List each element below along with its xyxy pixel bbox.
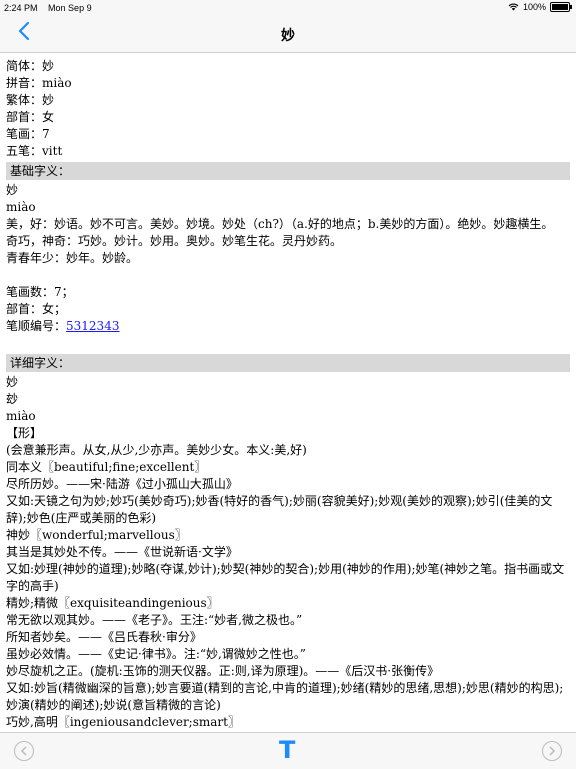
basic-row-wubi: 五笔：vitt xyxy=(6,143,570,160)
stroke-order-label: 笔顺编号： xyxy=(6,319,67,333)
detail-line: 妙尽旋机之正。(旋机:玉饰的测天仪器。正:则,译为原理)。——《后汉书·张衡传》 xyxy=(6,664,440,678)
value: 妙 xyxy=(42,59,55,73)
chevron-right-circle-icon xyxy=(549,746,556,756)
detail-line: 巧妙,高明〖ingeniousandclever;smart〗 xyxy=(6,715,240,729)
detailed-lines: 妙玅 miào 【形】 (会意兼形声。从女,从少,少亦声。美妙少女。本义:美,好) 同本… xyxy=(6,374,570,730)
value: vitt xyxy=(42,144,63,158)
section-header-detailed: 详细字义： xyxy=(6,354,570,372)
basic-row-simplified: 简体：妙 xyxy=(6,58,570,75)
previous-button[interactable] xyxy=(14,741,34,761)
detail-line: 尽所历妙。——宋·陆游《过小孤山大孤山》 xyxy=(6,477,238,491)
basic-row-strokes: 笔画：7 xyxy=(6,126,570,143)
basic-row-pinyin: 拼音：miào xyxy=(6,75,570,92)
wifi-icon xyxy=(508,3,519,11)
detail-line: 神妙〖wonderful;marvellous〗 xyxy=(6,528,187,542)
status-right: 100% xyxy=(508,2,572,12)
detail-line: 【形】 xyxy=(6,426,43,440)
detail-line: 又如:妙旨(精微幽深的旨意);妙言要道(精到的言论,中肯的道理);妙绪(精妙的思… xyxy=(6,681,564,712)
basic-row-traditional: 繁体：妙 xyxy=(6,92,570,109)
detail-line: (会意兼形声。从女,从少,少亦声。美妙少女。本义:美,好) xyxy=(6,443,307,457)
value: miào xyxy=(42,76,72,90)
status-date: Mon Sep 9 xyxy=(48,3,92,13)
label: 部首： xyxy=(6,110,43,124)
meaning-line: 青春年少：妙年。妙龄。 xyxy=(6,251,139,265)
stroke-order-link[interactable]: 5312343 xyxy=(66,319,119,333)
dictionary-content: 简体：妙 拼音：miào 繁体：妙 部首：女 笔画：7 五笔：vitt 基础字义… xyxy=(6,58,570,730)
value: 女 xyxy=(42,110,55,124)
label: 拼音： xyxy=(6,76,43,90)
label: 简体： xyxy=(6,59,43,73)
value: 7 xyxy=(42,127,50,141)
section-header-basic: 基础字义： xyxy=(6,162,570,180)
stroke-order-row: 笔顺编号：5312343 xyxy=(6,318,570,335)
detail-line: miào xyxy=(6,409,36,423)
navigation-bar: 妙 xyxy=(0,16,576,53)
page-title: 妙 xyxy=(281,27,295,43)
basic-char: 妙 xyxy=(6,183,19,197)
chevron-left-circle-icon xyxy=(20,746,27,756)
detail-line: 常无欲以观其妙。——《老子》。王注:“妙者,微之极也。” xyxy=(6,613,303,627)
meaning-line: 奇巧，神奇：巧妙。妙计。妙用。奥妙。妙笔生花。灵丹妙药。 xyxy=(6,234,343,248)
next-button[interactable] xyxy=(542,741,562,761)
detail-line: 又如:天镜之句为妙;妙巧(美妙奇巧);妙香(特好的香气);妙丽(容貌美好);妙观… xyxy=(6,494,553,525)
status-bar: 2:24 PM Mon Sep 9 100% xyxy=(0,0,576,16)
detail-line: 其当是其妙处不传。——《世说新语·文学》 xyxy=(6,545,238,559)
font-size-button[interactable]: T xyxy=(279,736,295,764)
battery-percent: 100% xyxy=(522,2,546,12)
detail-line: 妙 xyxy=(6,375,19,389)
stroke-count: 笔画数：7； xyxy=(6,285,74,299)
label: 五笔： xyxy=(6,144,43,158)
label: 笔画： xyxy=(6,127,43,141)
basic-pinyin: miào xyxy=(6,200,36,214)
detail-line: 同本义〖beautiful;fine;excellent〗 xyxy=(6,460,207,474)
radical: 部首：女； xyxy=(6,302,67,316)
bottom-toolbar: T xyxy=(0,732,576,769)
label: 繁体： xyxy=(6,93,43,107)
status-time: 2:24 PM xyxy=(4,3,38,13)
detail-line: 精妙;精微〖exquisiteandingenious〗 xyxy=(6,596,219,610)
detail-line: 又如:妙理(神妙的道理);妙略(夺谋,妙计);妙契(神妙的契合);妙用(神妙的作… xyxy=(6,562,565,593)
basic-row-radical: 部首：女 xyxy=(6,109,570,126)
meaning-line: 美，好：妙语。妙不可言。美妙。妙境。妙处（ch?）（a.好的地点；b.美妙的方面… xyxy=(6,217,554,231)
detail-line: 虽妙必效情。——《史记·律书》。注:“妙,谓微妙之性也。” xyxy=(6,647,306,661)
value: 妙 xyxy=(42,93,55,107)
battery-icon xyxy=(550,2,572,12)
detail-line: 所知者妙矣。——《吕氏春秋·审分》 xyxy=(6,630,202,644)
detail-line: 玅 xyxy=(6,392,19,406)
status-left: 2:24 PM Mon Sep 9 xyxy=(4,3,100,13)
